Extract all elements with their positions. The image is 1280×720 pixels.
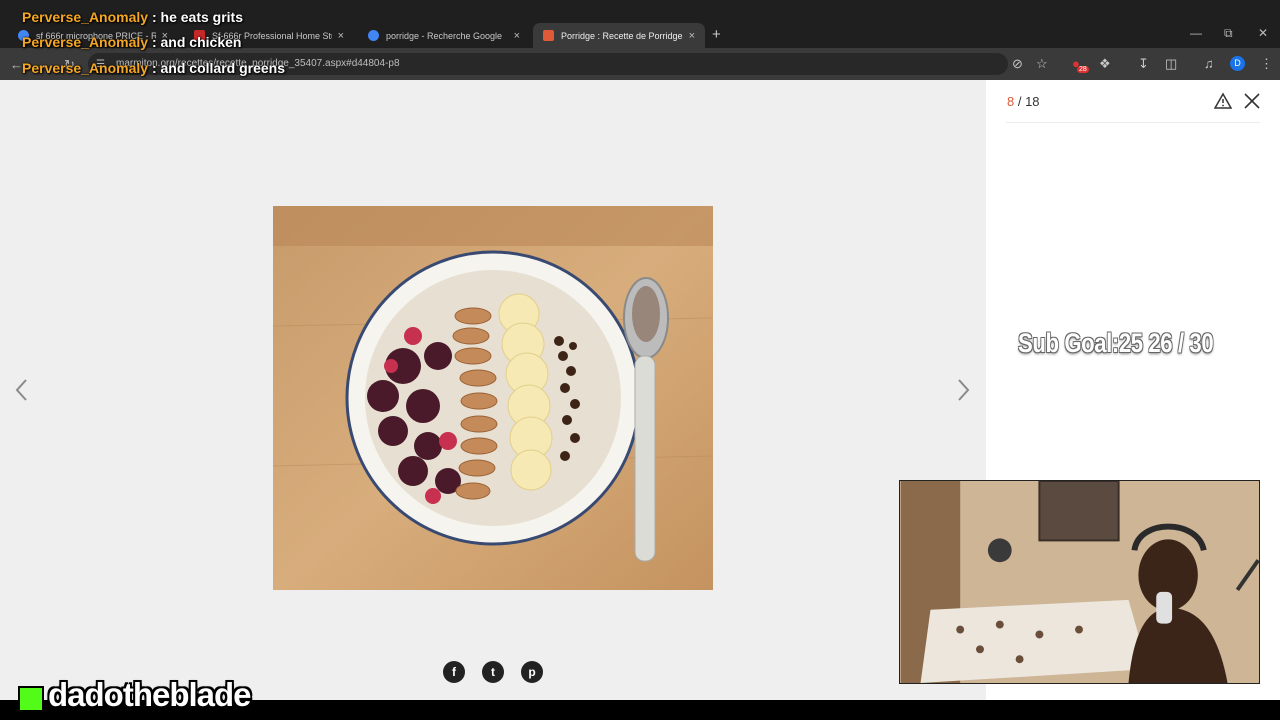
media-icon[interactable]: ♫ xyxy=(1204,56,1214,71)
sidebar-icon[interactable]: ◫ xyxy=(1165,56,1177,72)
chat-message: Perverse_Anomaly : he eats grits xyxy=(22,9,243,25)
menu-icon[interactable]: ⋮ xyxy=(1260,56,1273,72)
google-icon xyxy=(368,30,379,41)
chat-message: Perverse_Anomaly : and collard greens xyxy=(22,60,285,76)
profile-avatar[interactable]: D xyxy=(1230,56,1245,71)
screen: sf 666r microphone PRICE - Re × Sf-666r … xyxy=(0,0,1280,720)
minimize-icon[interactable]: — xyxy=(1190,26,1202,40)
recipe-photo xyxy=(273,206,713,590)
chat-text: : he eats grits xyxy=(148,9,243,25)
marmiton-icon xyxy=(543,30,554,41)
kick-logo-icon xyxy=(18,686,44,712)
total-count: 18 xyxy=(1025,94,1040,109)
extension-badge: 28 xyxy=(1077,66,1089,73)
chat-text: : and collard greens xyxy=(148,60,286,76)
chat-username: Perverse_Anomaly xyxy=(22,9,149,25)
close-tab-icon[interactable]: × xyxy=(338,30,344,42)
twitter-icon[interactable]: t xyxy=(482,661,504,683)
previous-arrow-icon[interactable] xyxy=(14,376,30,404)
restore-icon[interactable]: ⧉ xyxy=(1224,26,1233,41)
webcam-feed xyxy=(899,480,1260,684)
pinterest-icon[interactable]: p xyxy=(521,661,543,683)
bookmark-star-icon[interactable]: ☆ xyxy=(1036,56,1048,72)
download-icon[interactable]: ↧ xyxy=(1138,56,1149,72)
gallery-counter: 8 / 18 xyxy=(1007,94,1040,109)
eye-slash-icon[interactable]: ⊘ xyxy=(1012,56,1023,72)
panel-divider xyxy=(1006,122,1260,123)
counter-separator: / xyxy=(1014,94,1026,109)
next-arrow-icon[interactable] xyxy=(955,376,971,404)
window-close-icon[interactable]: ✕ xyxy=(1258,26,1268,40)
chat-message: Perverse_Anomaly : and chicken xyxy=(22,34,241,50)
chat-text: : and chicken xyxy=(148,34,242,50)
chat-username: Perverse_Anomaly xyxy=(22,60,149,76)
new-tab-button[interactable]: + xyxy=(712,26,721,43)
sub-goal-overlay: Sub Goal:25 26 / 30 xyxy=(1018,328,1214,358)
close-gallery-icon[interactable] xyxy=(1243,92,1261,110)
facebook-icon[interactable]: f xyxy=(443,661,465,683)
chat-username: Perverse_Anomaly xyxy=(22,34,149,50)
report-warning-icon[interactable] xyxy=(1214,92,1232,110)
tab-porridge-recette[interactable]: Porridge : Recette de Porridge × xyxy=(533,23,705,48)
channel-name: dadotheblade xyxy=(48,676,252,713)
close-tab-icon[interactable]: × xyxy=(514,30,520,42)
close-tab-icon[interactable]: × xyxy=(689,30,695,42)
puzzle-icon[interactable]: ❖ xyxy=(1099,56,1111,72)
tab-porridge-google[interactable]: porridge - Recherche Google × xyxy=(358,23,530,48)
